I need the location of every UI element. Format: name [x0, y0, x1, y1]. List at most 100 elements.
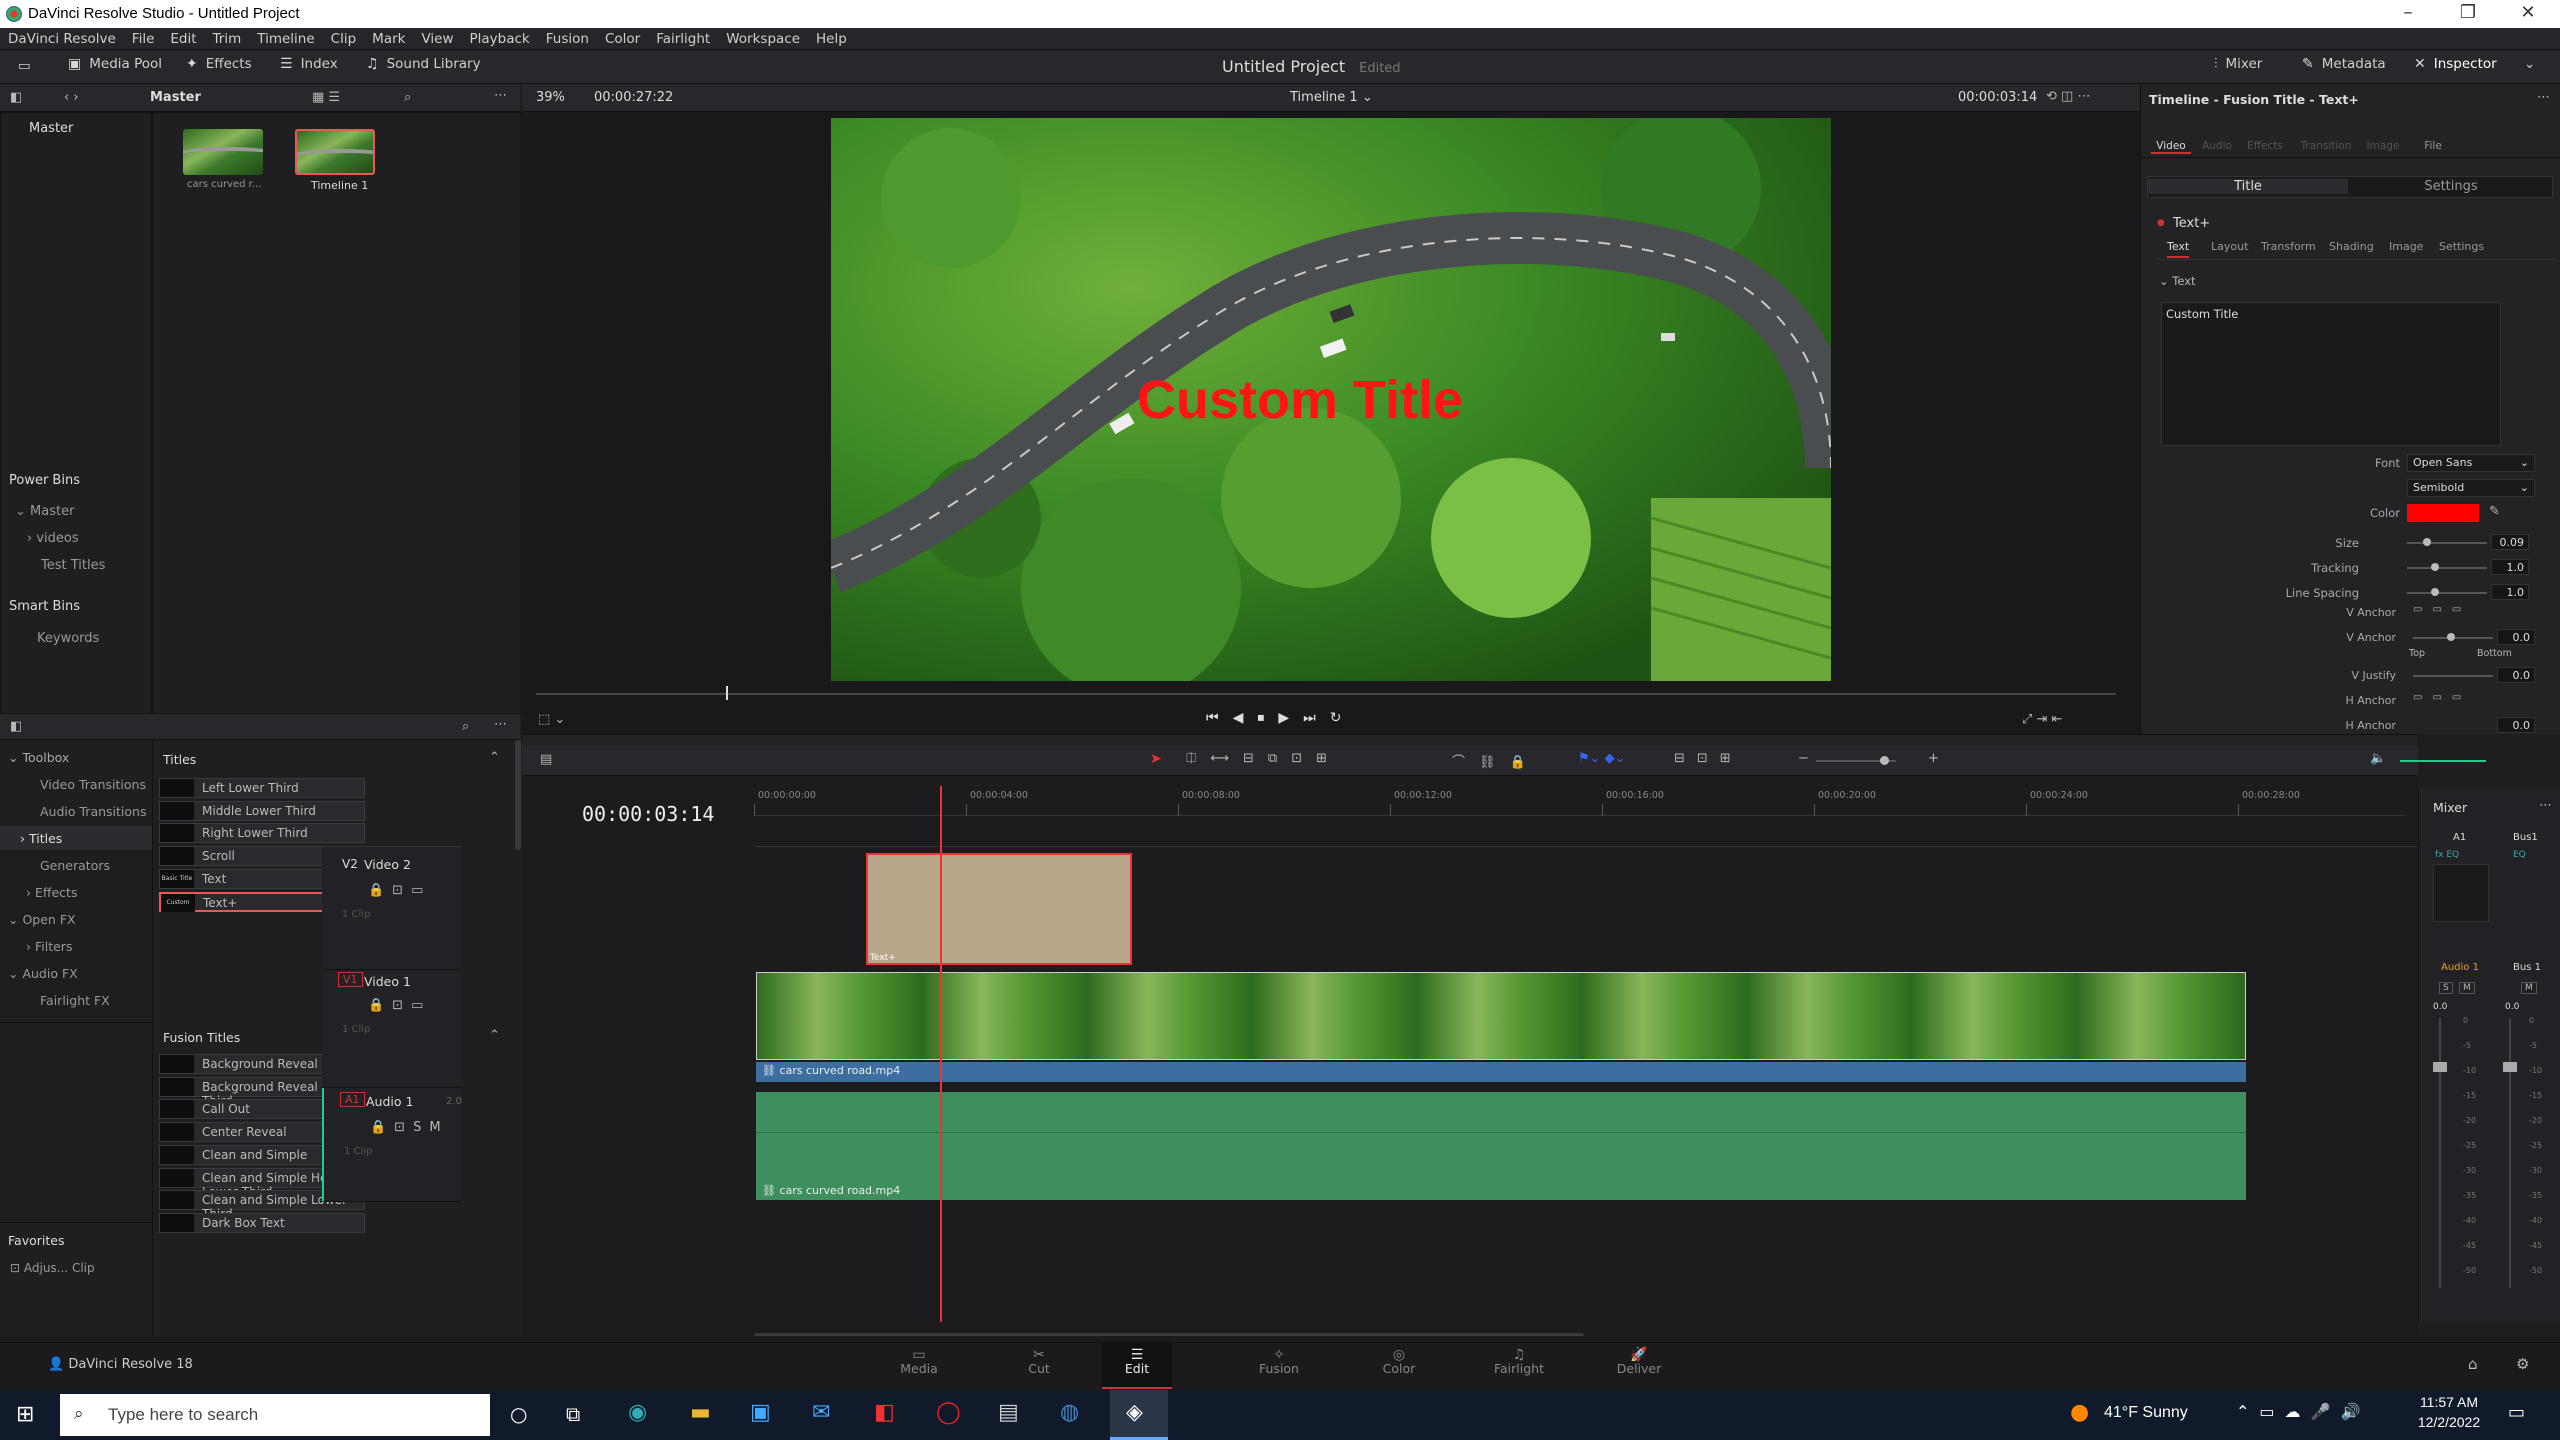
- row-knob[interactable]: [2423, 538, 2431, 546]
- mixer-button[interactable]: ⫶ Mixer: [2214, 56, 2262, 72]
- timeline-dropdown[interactable]: Timeline 1 ⌄: [1290, 90, 1373, 105]
- row-knob[interactable]: [2431, 563, 2439, 571]
- titles-collapse-icon[interactable]: ⌃: [489, 750, 500, 765]
- tab-video[interactable]: Video: [2151, 140, 2191, 154]
- file-explorer-icon[interactable]: ▬: [690, 1400, 711, 1425]
- store-icon[interactable]: ▣: [750, 1400, 771, 1425]
- fullscreen-icon[interactable]: ⤢ ⇥ ⇤: [2022, 712, 2062, 727]
- row-value[interactable]: 1.0: [2491, 559, 2529, 575]
- scrubber-handle[interactable]: [726, 686, 728, 700]
- page-tab-media[interactable]: ▭ Media: [884, 1347, 954, 1376]
- effect-item[interactable]: Left Lower Third: [159, 778, 365, 798]
- zoom-out-icon[interactable]: −: [1798, 751, 1809, 766]
- taskbar-search[interactable]: ⌕ Type here to search: [60, 1394, 490, 1436]
- panel-toggle-icon[interactable]: ◧: [10, 90, 22, 105]
- effect-item[interactable]: Right Lower Third: [159, 823, 365, 844]
- tab-image[interactable]: Image: [2363, 140, 2403, 152]
- font-weight-dropdown[interactable]: Semibold ⌄: [2407, 479, 2535, 497]
- layout-icon[interactable]: ▭: [18, 58, 31, 74]
- menu-color[interactable]: Color: [597, 28, 648, 47]
- effects-search-icon[interactable]: ⌕: [462, 719, 469, 734]
- menu-playback[interactable]: Playback: [462, 28, 538, 47]
- volume-slider[interactable]: [2400, 760, 2486, 762]
- track-controls-a1[interactable]: 🔒⊡SM: [370, 1120, 449, 1135]
- viewer-frame[interactable]: Custom Title: [831, 118, 1831, 681]
- app-icon-generic[interactable]: ▤: [998, 1400, 1019, 1425]
- font-dropdown[interactable]: Open Sans ⌄: [2407, 454, 2535, 472]
- page-tab-edit[interactable]: ☰ Edit: [1102, 1343, 1172, 1389]
- viewer-mode-icon[interactable]: ⬚ ⌄: [538, 712, 565, 727]
- timeline-ruler[interactable]: 00:00:00:00 00:00:04:00 00:00:08:00 00:00:1…: [754, 786, 2406, 816]
- menu-file[interactable]: File: [124, 28, 163, 47]
- view-grid-icon[interactable]: ▦ ☰: [312, 90, 340, 105]
- zoom-in-icon[interactable]: +: [1928, 751, 1939, 766]
- row-slider[interactable]: [2407, 567, 2487, 569]
- minimize-button[interactable]: –: [2380, 2, 2436, 23]
- clock-date[interactable]: 12/2/2022: [2404, 1414, 2494, 1430]
- viewer-options-icon[interactable]: ⟲ ◫ ⋯: [2046, 89, 2090, 104]
- mixer-bus-eq[interactable]: EQ: [2513, 850, 2526, 860]
- mixer-fx[interactable]: fx EQ: [2435, 850, 2459, 860]
- fairlight-fx-item[interactable]: Fairlight FX: [40, 993, 110, 1008]
- menu-edit[interactable]: Edit: [162, 28, 204, 47]
- page-tab-color[interactable]: ◎ Color: [1364, 1347, 1434, 1376]
- metadata-button[interactable]: ✎ Metadata: [2302, 56, 2386, 72]
- home-icon[interactable]: ⌂: [2468, 1355, 2478, 1373]
- resolve-taskbar-button[interactable]: ◈: [1110, 1390, 1168, 1440]
- start-icon[interactable]: ⊞: [16, 1402, 34, 1427]
- flag-icon[interactable]: ⚑⌄ ◆⌄: [1578, 751, 1626, 766]
- row-slider[interactable]: [2407, 542, 2487, 544]
- zoom-icons[interactable]: ⊟⊡⊞: [1674, 751, 1743, 766]
- track-tag-v1[interactable]: V1: [338, 972, 363, 987]
- mail-icon[interactable]: ✉: [812, 1400, 830, 1425]
- page-tab-deliver[interactable]: 🚀 Deliver: [1604, 1347, 1674, 1376]
- h-anchor-buttons[interactable]: ▭▭▭: [2413, 692, 2471, 703]
- favorite-adjustment-clip[interactable]: ⊡ Adjus... Clip: [10, 1261, 95, 1275]
- audio-clip[interactable]: ⛓ cars curved road.mp4: [756, 1092, 2246, 1200]
- open-fx-item[interactable]: ⌄ Open FX: [8, 912, 76, 927]
- text-section-header[interactable]: ⌄ Text: [2159, 274, 2196, 288]
- video-clip-thumbs[interactable]: [756, 972, 2246, 1060]
- track-controls-v2[interactable]: 🔒⊡▭: [368, 883, 431, 898]
- audio-fx-item[interactable]: ⌄ Audio FX: [8, 966, 78, 981]
- text-tab-text[interactable]: Text: [2167, 240, 2190, 258]
- node-enable-dot[interactable]: ●: [2157, 218, 2165, 228]
- inspector-more-icon[interactable]: ⋯: [2537, 90, 2550, 105]
- text-tab-image[interactable]: Image: [2389, 240, 2423, 253]
- zoom-level[interactable]: 39%: [536, 90, 565, 105]
- tab-file[interactable]: File: [2413, 140, 2453, 152]
- menu-help[interactable]: Help: [808, 28, 855, 47]
- office-icon[interactable]: ◧: [874, 1400, 895, 1425]
- inspector-button[interactable]: ✕ Inspector: [2414, 56, 2497, 72]
- video-clip-bar[interactable]: ⛓ cars curved road.mp4: [756, 1062, 2246, 1082]
- bin-test-titles[interactable]: Test Titles: [41, 558, 105, 573]
- v-anchor-buttons[interactable]: ▭▭▭: [2413, 604, 2471, 615]
- edge-icon[interactable]: ◉: [628, 1400, 647, 1425]
- menu-mark[interactable]: Mark: [364, 28, 413, 47]
- system-tray-icons[interactable]: ⌃▭☁🎤🔊: [2236, 1402, 2370, 1421]
- text-input[interactable]: Custom Title: [2161, 302, 2501, 446]
- sound-library-button[interactable]: ♫ Sound Library: [366, 56, 481, 72]
- menu-trim[interactable]: Trim: [205, 28, 250, 47]
- scrubber-bar[interactable]: [536, 693, 2116, 695]
- page-tab-fairlight[interactable]: ♫ Fairlight: [1484, 1347, 1554, 1376]
- subtab-title[interactable]: Title: [2148, 179, 2348, 194]
- mute-button[interactable]: M: [2459, 982, 2475, 994]
- maximize-button[interactable]: ❐: [2440, 2, 2496, 23]
- text-plus-clip[interactable]: Text+: [866, 853, 1132, 965]
- clock-time[interactable]: 11:57 AM: [2404, 1394, 2494, 1410]
- menu-timeline[interactable]: Timeline: [249, 28, 322, 47]
- collapse-icon[interactable]: ⌄: [2524, 56, 2535, 72]
- track-tag-v2[interactable]: V2: [342, 857, 358, 871]
- pan-control[interactable]: [2433, 864, 2489, 922]
- cortana-icon[interactable]: ○: [510, 1402, 527, 1426]
- a1-fader-knob[interactable]: [2433, 1062, 2447, 1072]
- solo-button[interactable]: S: [2439, 982, 2453, 994]
- v-anchor-knob[interactable]: [2447, 633, 2455, 641]
- v-anchor-value[interactable]: 0.0: [2497, 629, 2535, 645]
- media-pool-button[interactable]: ▣ Media Pool: [68, 56, 162, 72]
- row-value[interactable]: 1.0: [2491, 584, 2529, 600]
- playhead[interactable]: [940, 786, 942, 1322]
- search-icon[interactable]: ⌕: [404, 90, 411, 105]
- menu-davinci[interactable]: DaVinci Resolve: [0, 28, 124, 47]
